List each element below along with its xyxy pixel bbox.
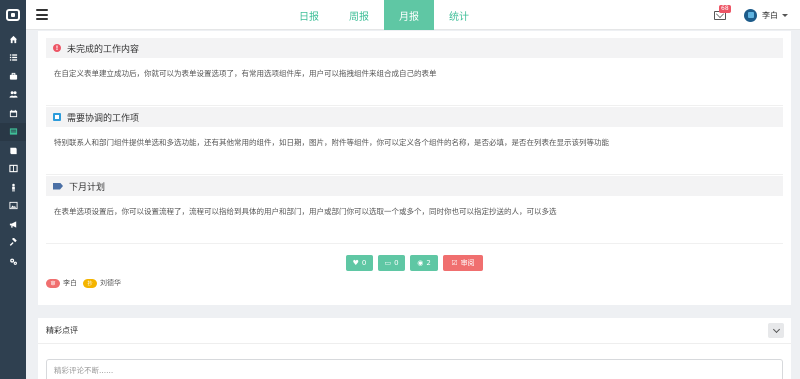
user-area: 68 李白 (714, 0, 800, 30)
avatar[interactable] (744, 8, 757, 22)
left-sidebar (0, 0, 26, 379)
calendar-icon[interactable] (0, 104, 26, 123)
section-header: ! 未完成的工作内容 (46, 38, 783, 58)
section-header: 下月计划 (46, 176, 783, 196)
mail-icon[interactable]: 68 (714, 4, 731, 20)
report-tabs: 日报 周报 月报 统计 (284, 0, 484, 30)
chevron-down-icon[interactable] (782, 13, 788, 17)
section-next-month: 下月计划 在表单选项设置后，你可以设置流程了，流程可以指给到具体的用户和部门，用… (46, 176, 783, 244)
section-body: 在自定义表单建立成功后，你就可以为表单设置选项了，有常用选项组件库，用户可以拖拽… (46, 58, 783, 106)
section-title: 需要协调的工作项 (67, 113, 140, 124)
report-card: ! 未完成的工作内容 在自定义表单建立成功后，你就可以为表单设置选项了，有常用选… (38, 31, 791, 305)
square-icon (53, 113, 61, 121)
mail-count-badge: 68 (719, 4, 731, 13)
home-icon[interactable] (0, 30, 26, 49)
eye-icon: ◉ (417, 259, 424, 267)
check-square-icon: ☑ (451, 259, 458, 267)
tags-icon (53, 182, 63, 190)
users-icon[interactable] (0, 86, 26, 105)
menu-toggle-icon[interactable] (36, 9, 48, 20)
like-button[interactable]: ♥ 0 (346, 255, 373, 271)
alert-circle-icon: ! (53, 44, 61, 52)
chevron-down-icon (772, 325, 780, 333)
comment-button[interactable]: ▭ 0 (378, 255, 405, 271)
bullhorn-icon[interactable] (0, 215, 26, 234)
section-coordinate: 需要协调的工作项 特别联系人和部门组件提供单选和多选功能，还有其他常用的组件，如… (46, 107, 783, 175)
report-icon[interactable] (0, 122, 26, 141)
tab-daily[interactable]: 日报 (284, 0, 334, 30)
top-bar: 日报 周报 月报 统计 68 李白 (26, 0, 800, 30)
tab-weekly[interactable]: 周报 (334, 0, 384, 30)
review-button[interactable]: ☑ 审阅 (443, 255, 483, 271)
comment-icon: ▭ (384, 259, 392, 267)
comments-title: 精彩点评 (38, 318, 791, 344)
app-logo[interactable] (0, 0, 26, 30)
heart-icon: ♥ (352, 259, 359, 267)
people-list: 审 李白 抄 刘德华 (46, 278, 127, 288)
columns-icon[interactable] (0, 160, 26, 179)
person-icon[interactable] (0, 178, 26, 197)
username[interactable]: 李白 (762, 10, 778, 21)
gavel-icon[interactable] (0, 234, 26, 253)
briefcase-icon[interactable] (0, 67, 26, 86)
reviewer-name[interactable]: 李白 (63, 278, 77, 288)
tab-stats[interactable]: 统计 (434, 0, 484, 30)
reviewer-badge: 审 (46, 278, 60, 288)
section-title: 下月计划 (69, 182, 106, 193)
image-icon[interactable] (0, 197, 26, 216)
cc-badge: 抄 (83, 278, 97, 288)
collapse-button[interactable] (768, 323, 784, 338)
list-icon[interactable] (0, 49, 26, 68)
tab-monthly[interactable]: 月报 (384, 0, 434, 30)
view-count-button[interactable]: ◉ 2 (410, 255, 438, 271)
section-body: 特别联系人和部门组件提供单选和多选功能，还有其他常用的组件，如日期，图片，附件等… (46, 127, 783, 175)
comments-card: 精彩点评 精彩评论不断...... (38, 318, 791, 379)
section-title: 未完成的工作内容 (67, 44, 140, 55)
comment-input[interactable]: 精彩评论不断...... (46, 359, 783, 379)
section-unfinished: ! 未完成的工作内容 在自定义表单建立成功后，你就可以为表单设置选项了，有常用选… (46, 38, 783, 106)
section-body: 在表单选项设置后，你可以设置流程了，流程可以指给到具体的用户和部门，用户或部门你… (46, 196, 783, 244)
section-header: 需要协调的工作项 (46, 107, 783, 127)
book-icon[interactable] (0, 141, 26, 160)
cogs-icon[interactable] (0, 252, 26, 271)
cc-name[interactable]: 刘德华 (100, 278, 121, 288)
sidebar-menu (0, 30, 26, 271)
action-buttons: ♥ 0 ▭ 0 ◉ 2 ☑ 审阅 (346, 255, 483, 271)
